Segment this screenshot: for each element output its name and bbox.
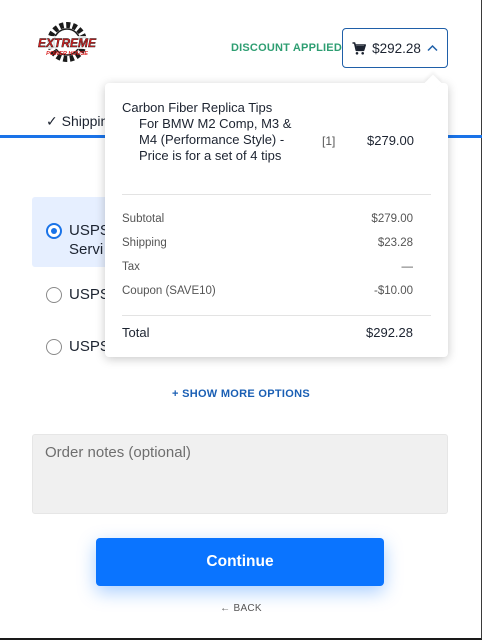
line-item-quantity: [1] [322,134,336,148]
radio-unselected[interactable] [46,287,62,303]
continue-button[interactable]: Continue [96,538,384,586]
divider [122,194,431,195]
order-notes-field[interactable] [32,434,448,514]
show-more-options-link[interactable]: + SHOW MORE OPTIONS [0,388,482,400]
dropdown-caret [424,74,442,92]
summary-row-shipping: Shipping $23.28 [122,237,413,249]
summary-row-tax: Tax — [122,261,413,273]
summary-row-coupon: Coupon (SAVE10) -$10.00 [122,285,413,297]
summary-row-subtotal: Subtotal $279.00 [122,213,413,225]
shipping-option-label: USPS Servi [69,222,110,258]
radio-unselected[interactable] [46,339,62,355]
cart-summary-toggle[interactable]: $292.28 [342,28,448,68]
cart-total: $292.28 [372,40,421,56]
line-item-price: $279.00 [367,133,414,148]
divider [122,315,431,316]
svg-text:POWER HOUSE: POWER HOUSE [46,51,88,57]
line-item-name: Carbon Fiber Replica Tips For BMW M2 Com… [122,100,292,163]
summary-row-total: Total $292.28 [122,325,413,340]
shipping-option-label: USPS [69,338,110,355]
checkout-panel: EXTREME POWER HOUSE DISCOUNT APPLIED $29… [0,0,482,640]
chevron-up-icon [427,44,438,52]
back-link[interactable]: ← BACK [0,603,482,614]
shopping-cart-icon [352,41,367,55]
radio-selected[interactable] [46,223,62,239]
discount-applied-label: DISCOUNT APPLIED [231,42,342,54]
brand-logo[interactable]: EXTREME POWER HOUSE [30,22,104,66]
cart-summary-dropdown: Carbon Fiber Replica Tips For BMW M2 Com… [105,74,448,357]
svg-text:EXTREME: EXTREME [38,36,97,50]
shipping-option-label: USPS [69,286,110,303]
